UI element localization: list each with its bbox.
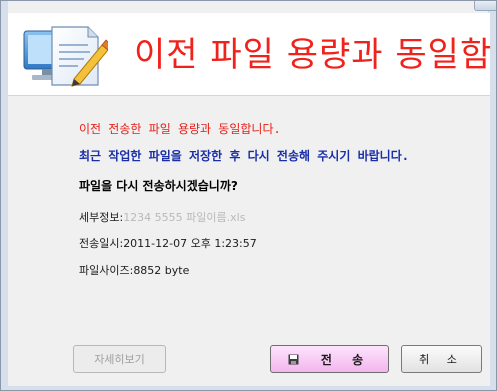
dialog-window: 이전 파일 용량과 동일함 이전 전송한 파일 용량과 동일합니다. 최근 작업… xyxy=(0,0,497,391)
document-pencil-icon xyxy=(23,26,108,87)
dialog-title: 이전 파일 용량과 동일함 xyxy=(134,35,493,75)
send-button[interactable]: 전 송 xyxy=(270,345,389,373)
detail-info-label: 세부정보: xyxy=(79,211,124,224)
window-frame-left xyxy=(1,1,8,390)
detail-view-button[interactable]: 자세히보기 xyxy=(73,345,166,373)
filesize-info-value: 8852 byte xyxy=(133,264,190,277)
filesize-info-label: 파일사이즈: xyxy=(79,264,134,277)
advice-message: 최근 작업한 파일을 저장한 후 다시 전송해 주시기 바랍니다. xyxy=(79,149,409,163)
detail-info-row: 세부정보:1234 5555 파일이름.xls xyxy=(79,209,245,225)
datetime-info-row: 전송일시:2011-12-07 오후 1:23:57 xyxy=(79,235,257,251)
confirm-question: 파일을 다시 전송하시겠습니까? xyxy=(79,179,238,193)
window-close-button[interactable] xyxy=(474,1,496,11)
send-button-label: 전 송 xyxy=(320,352,372,367)
dialog-content: 이전 전송한 파일 용량과 동일합니다. 최근 작업한 파일을 저장한 후 다시… xyxy=(8,96,490,331)
dialog-header: 이전 파일 용량과 동일함 xyxy=(8,13,493,96)
filesize-info-row: 파일사이즈:8852 byte xyxy=(79,262,189,278)
floppy-disk-icon xyxy=(288,354,299,364)
warning-message: 이전 전송한 파일 용량과 동일합니다. xyxy=(79,122,281,136)
cancel-button-label: 취 소 xyxy=(419,353,464,366)
datetime-info-value: 2011-12-07 오후 1:23:57 xyxy=(123,237,257,250)
cancel-button[interactable]: 취 소 xyxy=(401,345,482,373)
detail-info-value: 1234 5555 파일이름.xls xyxy=(123,211,246,224)
datetime-info-label: 전송일시: xyxy=(79,237,124,250)
dialog-footer: 자세히보기 전 송 취 소 xyxy=(8,331,490,386)
